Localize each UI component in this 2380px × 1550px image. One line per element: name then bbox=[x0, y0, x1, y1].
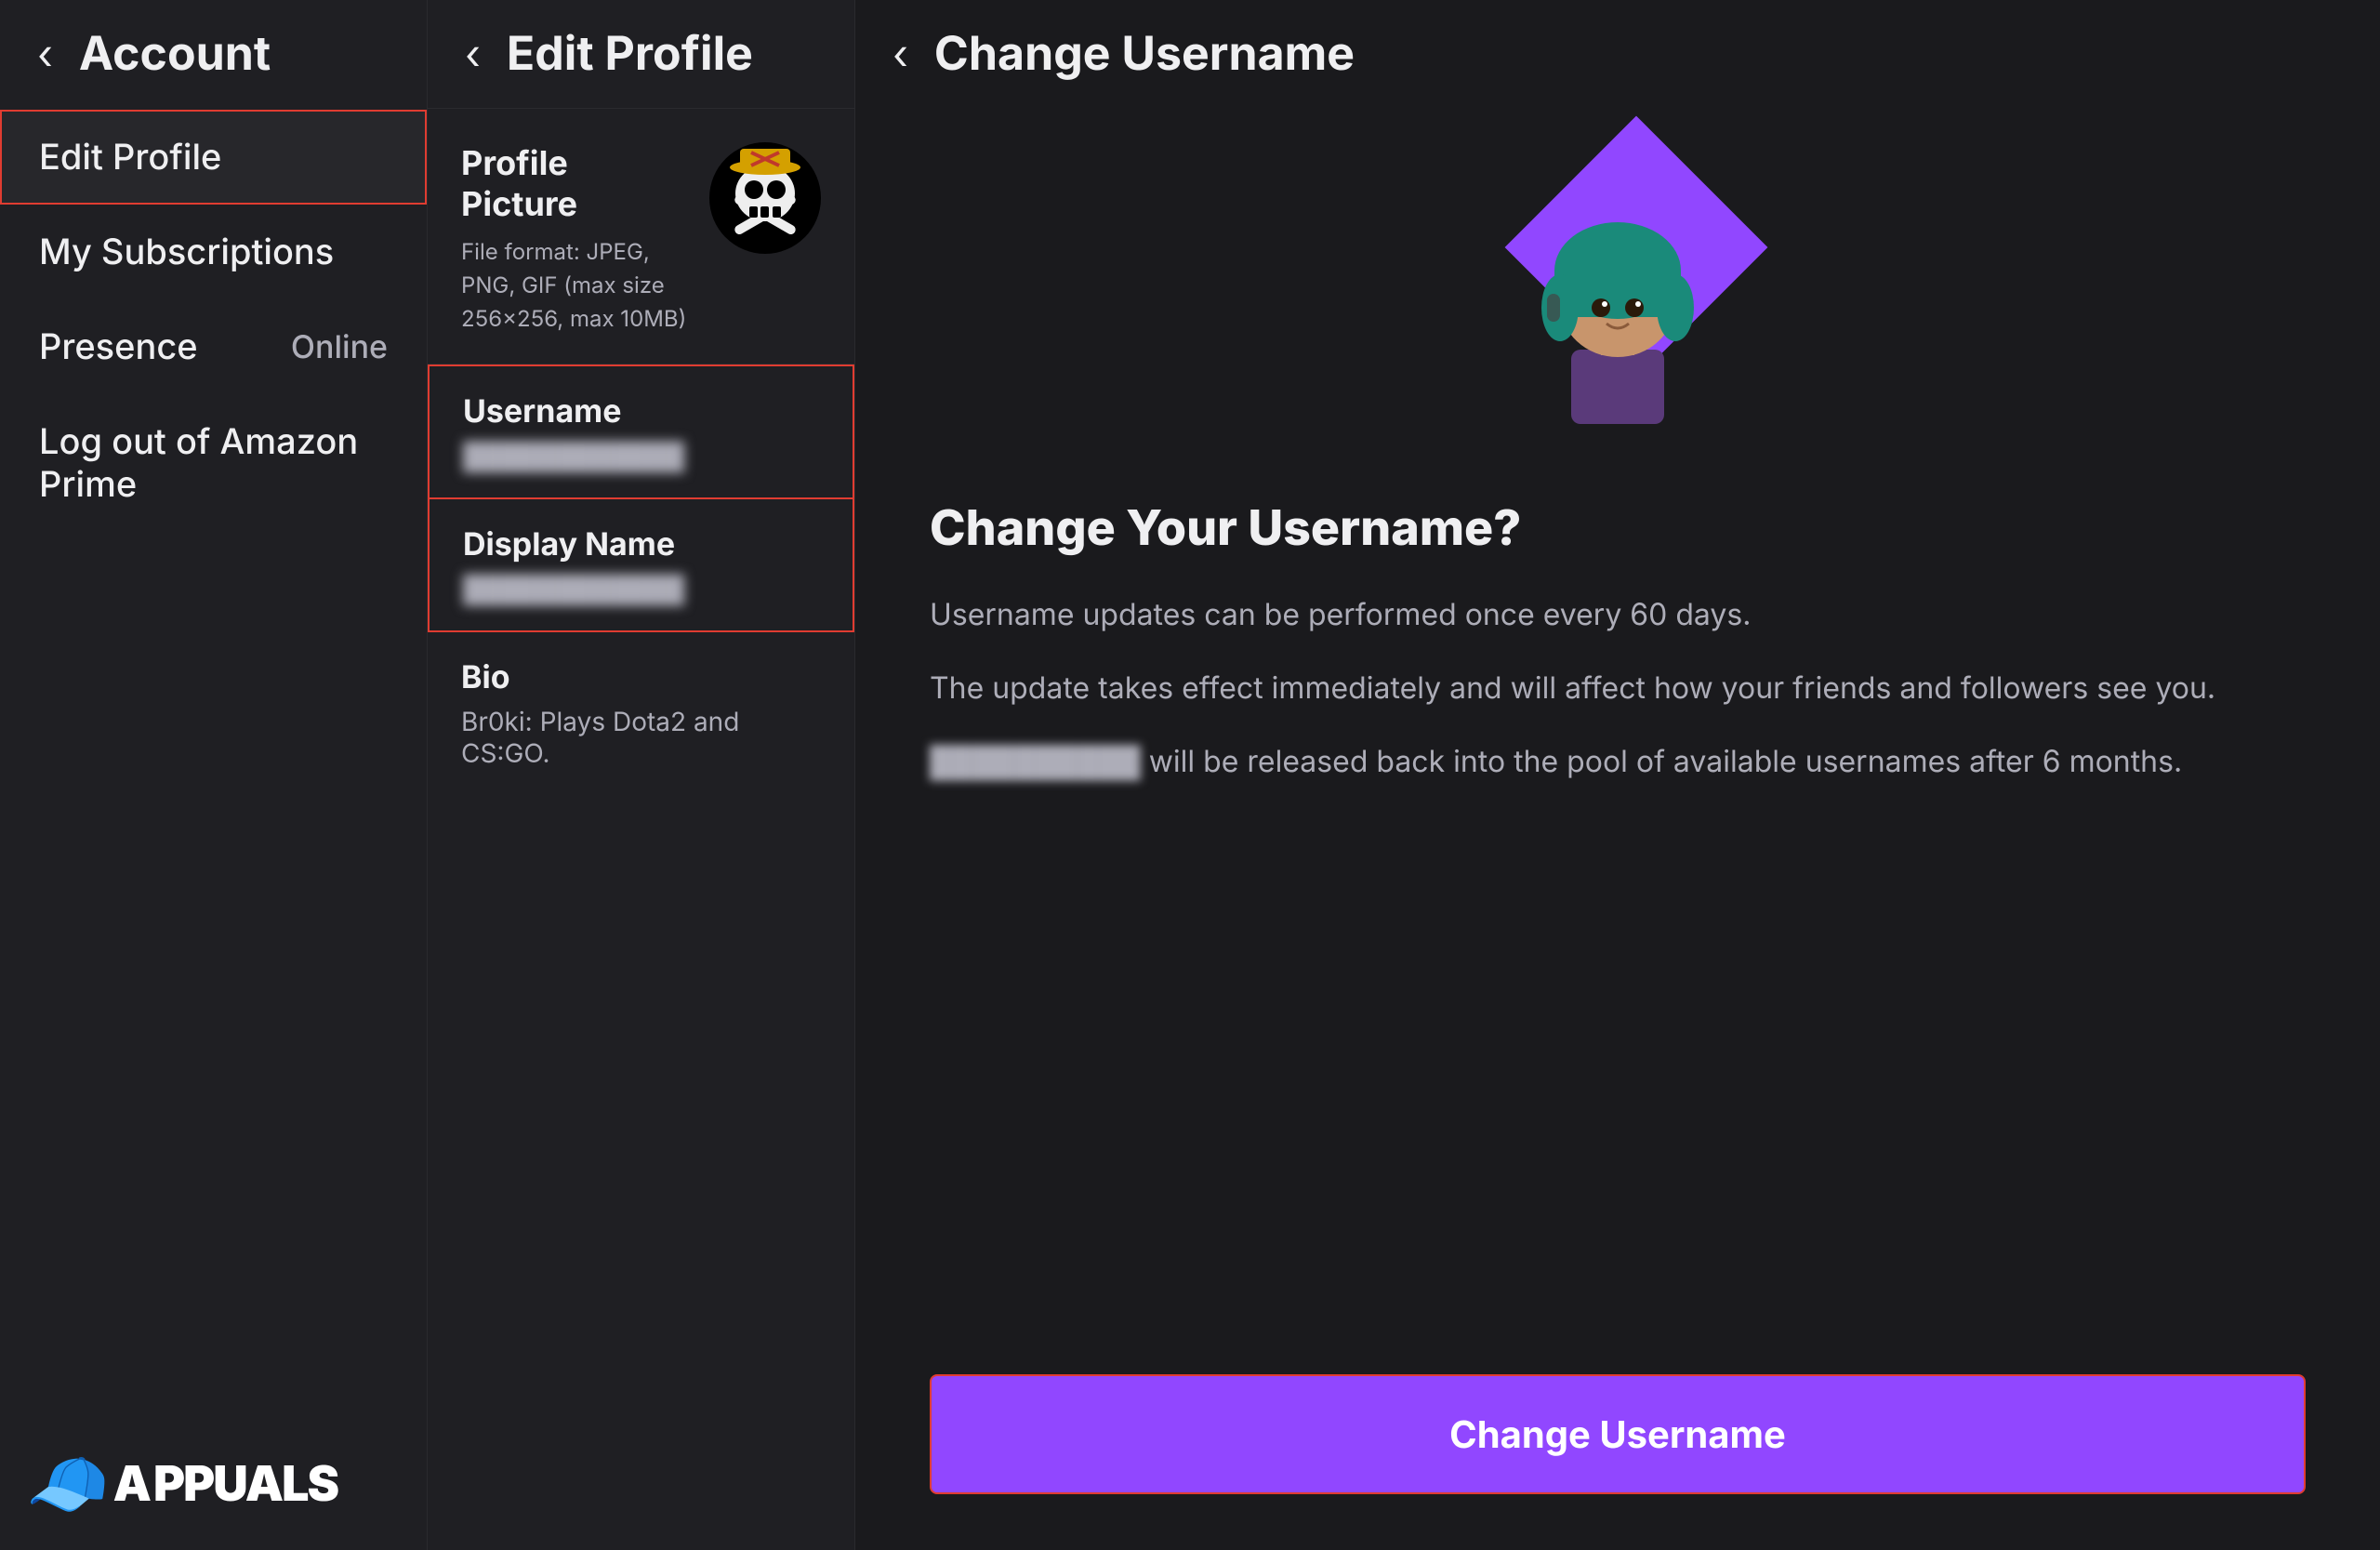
right-panel-header: ‹ Change Username bbox=[855, 0, 2380, 108]
appuals-watermark: 🧢 A PPUALS bbox=[26, 1443, 337, 1524]
change-username-content: Change Your Username? Username updates c… bbox=[855, 108, 2380, 1374]
nav-item-edit-profile-label: Edit Profile bbox=[39, 136, 221, 179]
username-field-section[interactable]: Username ████████████ bbox=[428, 364, 854, 499]
skull-avatar-svg bbox=[714, 147, 816, 249]
bio-text: Br0ki: Plays Dota2 and CS:GO. bbox=[461, 706, 821, 769]
profile-picture-label: Profile Picture bbox=[461, 142, 691, 224]
display-name-label: Display Name bbox=[463, 525, 819, 563]
nav-item-edit-profile[interactable]: Edit Profile bbox=[0, 110, 427, 205]
nav-item-logout-amazon-label: Log out of Amazon Prime bbox=[39, 420, 388, 506]
bio-section: Bio Br0ki: Plays Dota2 and CS:GO. bbox=[428, 632, 854, 795]
right-back-arrow[interactable]: ‹ bbox=[892, 33, 908, 74]
middle-back-arrow[interactable]: ‹ bbox=[465, 33, 481, 74]
appuals-character-icon: 🧢 bbox=[26, 1443, 110, 1524]
nav-item-logout-amazon[interactable]: Log out of Amazon Prime bbox=[0, 394, 427, 532]
change-username-info-3: ██████████ will be released back into th… bbox=[930, 737, 2306, 785]
appuals-logo-text: A bbox=[113, 1454, 150, 1513]
profile-picture-section: Profile Picture File format: JPEG, PNG, … bbox=[428, 109, 854, 364]
change-username-button[interactable]: Change Username bbox=[930, 1374, 2306, 1494]
middle-panel-title: Edit Profile bbox=[507, 26, 753, 82]
blurred-username: ██████████ bbox=[930, 737, 1141, 785]
middle-panel-header: ‹ Edit Profile bbox=[428, 0, 854, 109]
right-panel-title: Change Username bbox=[934, 26, 1355, 82]
middle-panel: ‹ Edit Profile Profile Picture File form… bbox=[428, 0, 855, 1550]
profile-avatar[interactable] bbox=[709, 142, 821, 254]
change-username-info-1: Username updates can be performed once e… bbox=[930, 590, 2306, 638]
change-username-info-2: The update takes effect immediately and … bbox=[930, 664, 2306, 711]
account-nav: Edit Profile My Subscriptions Presence O… bbox=[0, 91, 427, 550]
username-value: ████████████ bbox=[463, 440, 819, 471]
character-svg bbox=[1460, 126, 1776, 461]
left-back-arrow[interactable]: ‹ bbox=[37, 33, 53, 74]
left-panel-header: ‹ Account bbox=[0, 0, 427, 91]
change-username-heading: Change Your Username? bbox=[930, 498, 2306, 557]
nav-item-my-subscriptions[interactable]: My Subscriptions bbox=[0, 205, 427, 299]
left-panel: ‹ Account Edit Profile My Subscriptions … bbox=[0, 0, 428, 1550]
nav-item-presence[interactable]: Presence Online bbox=[0, 299, 427, 394]
change-username-info-3-suffix: will be released back into the pool of a… bbox=[1141, 743, 2182, 779]
bio-label: Bio bbox=[461, 658, 821, 696]
profile-picture-sublabel: File format: JPEG, PNG, GIF (max size 25… bbox=[461, 235, 691, 336]
nav-item-my-subscriptions-label: My Subscriptions bbox=[39, 231, 334, 273]
username-label: Username bbox=[463, 392, 819, 431]
character-illustration bbox=[930, 126, 2306, 461]
appuals-logo-rest: PPUALS bbox=[153, 1454, 337, 1513]
display-name-field-section[interactable]: Display Name ████████████ bbox=[428, 499, 854, 632]
display-name-value: ████████████ bbox=[463, 573, 819, 604]
left-panel-title: Account bbox=[79, 26, 271, 82]
nav-item-presence-label: Presence bbox=[39, 325, 198, 368]
right-panel: ‹ Change Username bbox=[855, 0, 2380, 1550]
nav-item-presence-value: Online bbox=[291, 328, 388, 366]
